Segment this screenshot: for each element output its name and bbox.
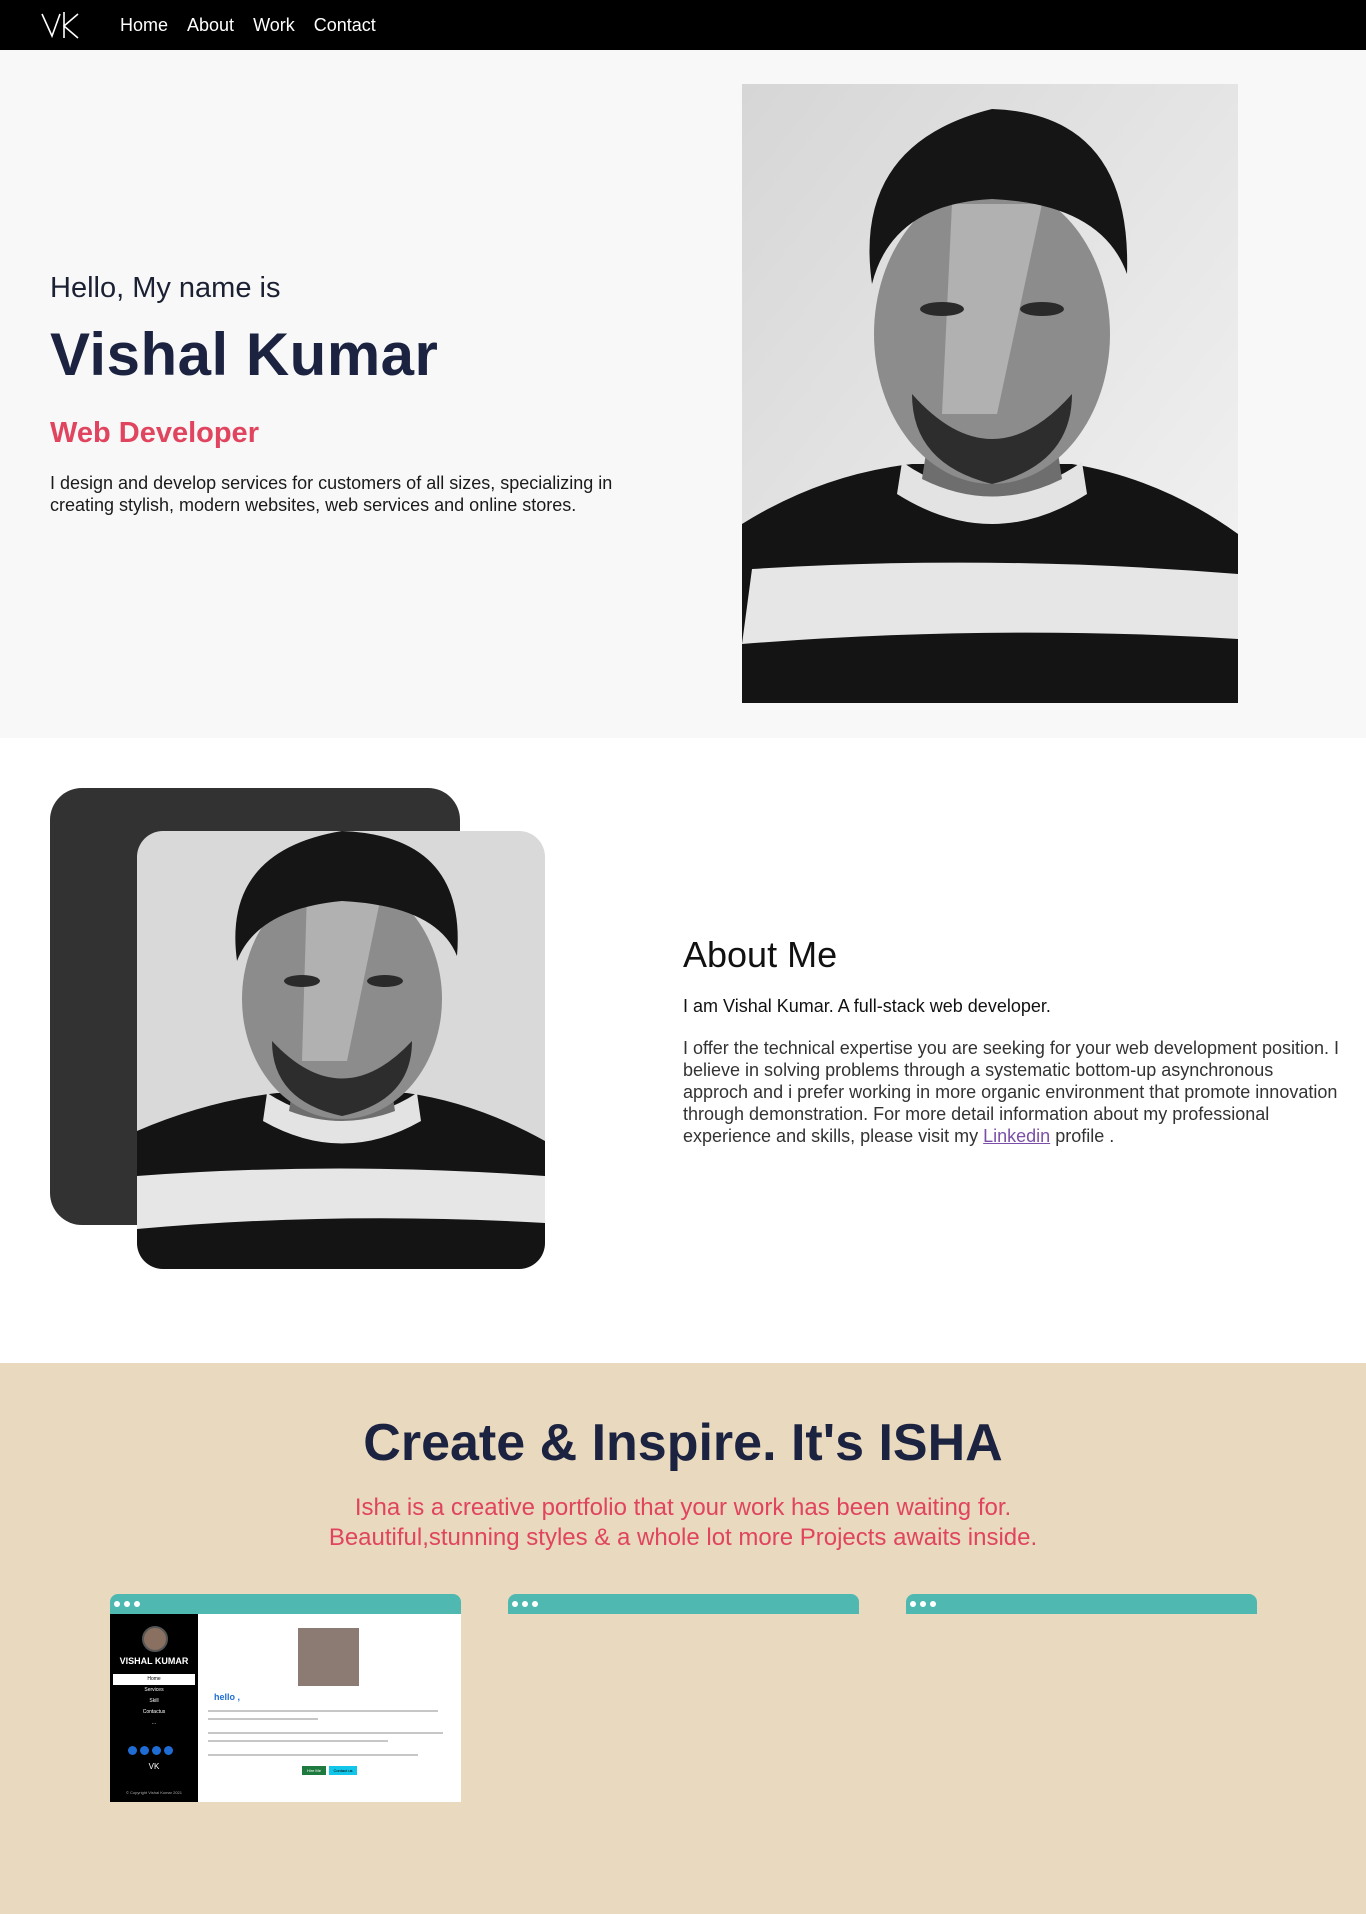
preview-text-line [208,1732,443,1734]
preview-menu: Home Services Skill Contactus ... [113,1674,195,1729]
preview-menu-item: Skill [149,1698,159,1704]
browser-bar [508,1594,859,1614]
window-dot-icon [512,1601,518,1607]
vk-logo-icon[interactable] [40,8,82,42]
work-subtitle-line1: Isha is a creative portfolio that your w… [354,1494,1012,1521]
preview-avatar [142,1626,168,1652]
work-subtitle: Isha is a creative portfolio that your w… [0,1493,1366,1553]
project-card-3[interactable] [906,1594,1257,1614]
github-icon [152,1746,161,1755]
hero-role: Web Developer [50,417,259,449]
window-dot-icon [930,1601,936,1607]
preview-text-line [208,1754,418,1756]
window-dot-icon [124,1601,130,1607]
nav-link-contact[interactable]: Contact [314,15,376,36]
top-navbar: Home About Work Contact [0,0,1366,50]
linkedin-icon [164,1746,173,1755]
window-dot-icon [532,1601,538,1607]
preview-logo: VK [148,1762,160,1771]
preview-menu-item: Services [144,1687,164,1693]
about-intro: I am Vishal Kumar. A full-stack web deve… [683,996,1051,1016]
preview-menu-item: Home [113,1674,195,1685]
preview-text-line [208,1710,438,1712]
nav-links: Home About Work Contact [120,0,376,50]
window-dot-icon [920,1601,926,1607]
preview-hire-button: Hire Me [302,1766,326,1775]
preview-name: VISHAL KUMAR [119,1656,189,1666]
preview-hello: hello , [214,1692,241,1702]
project-card-1[interactable]: VISHAL KUMAR Home Services Skill Contact… [110,1594,461,1802]
about-body-tail: profile . [1050,1126,1115,1146]
preview-photo [298,1628,359,1686]
hero-name: Vishal Kumar [50,321,439,388]
browser-bar [906,1594,1257,1614]
preview-text-line [208,1740,388,1742]
nav-link-about[interactable]: About [187,15,234,36]
preview-main: hello , Hire Me Contact us [198,1614,461,1802]
preview-menu-item: ... [151,1720,157,1726]
window-dot-icon [522,1601,528,1607]
nav-link-home[interactable]: Home [120,15,168,36]
project-preview: VISHAL KUMAR Home Services Skill Contact… [110,1614,461,1802]
hero-section: Hello, My name is Vishal Kumar Web Devel… [0,50,1366,738]
window-dot-icon [910,1601,916,1607]
work-section: Create & Inspire. It's ISHA Isha is a cr… [0,1363,1366,1914]
project-card-2[interactable] [508,1594,859,1614]
window-dot-icon [134,1601,140,1607]
facebook-icon [140,1746,149,1755]
linkedin-link[interactable]: Linkedin [983,1126,1050,1146]
about-portrait-photo [137,831,545,1269]
preview-sidebar: VISHAL KUMAR Home Services Skill Contact… [110,1614,198,1802]
nav-link-work[interactable]: Work [253,15,295,36]
preview-contact-button: Contact us [329,1766,357,1775]
preview-copyright: © Copyright Vishal Kumar 2021 [125,1790,182,1795]
window-dot-icon [114,1601,120,1607]
preview-menu-item: Contactus [142,1709,166,1715]
preview-social-icons [128,1746,173,1755]
about-description: I offer the technical expertise you are … [683,1037,1343,1147]
work-title: Create & Inspire. It's ISHA [363,1414,1003,1472]
hero-greeting: Hello, My name is [50,272,281,304]
about-title: About Me [683,934,838,975]
preview-text-line [208,1718,318,1720]
about-section: About Me I am Vishal Kumar. A full-stack… [0,738,1366,1363]
hero-portrait-photo [742,84,1238,703]
browser-bar [110,1594,461,1614]
instagram-icon [128,1746,137,1755]
work-subtitle-line2: Beautiful,stunning styles & a whole lot … [328,1524,1038,1551]
hero-tagline: I design and develop services for custom… [50,473,613,515]
